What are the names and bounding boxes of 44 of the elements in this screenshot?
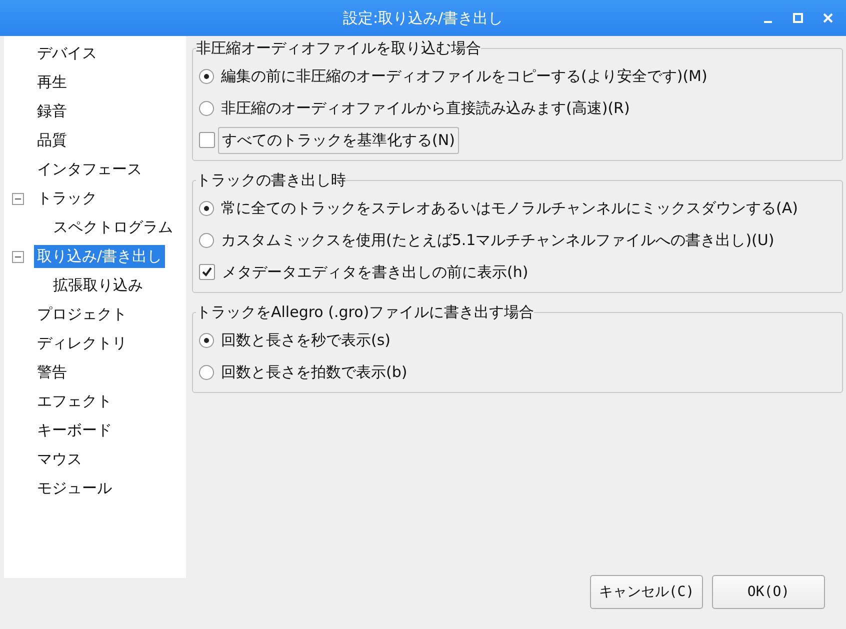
radio-button[interactable] — [199, 332, 214, 348]
checkbox[interactable] — [199, 132, 215, 148]
radio-button[interactable] — [199, 100, 214, 116]
radio-button[interactable] — [199, 232, 214, 248]
option-label[interactable]: 回数と長さを秒で表示(s) — [217, 326, 395, 354]
window-title: 設定:取り込み/書き出し — [342, 8, 504, 28]
ok-button[interactable]: OK(O) — [712, 575, 825, 609]
option-label[interactable]: 編集の前に非圧縮のオーディオファイルをコピーする(より安全です)(M) — [217, 62, 712, 90]
option-label[interactable]: 非圧縮のオーディオファイルから直接読み込みます(高速)(R) — [217, 94, 634, 122]
sidebar-item[interactable]: 録音 — [34, 100, 70, 123]
group-title: トラックをAllegro (.gro)ファイルに書き出す場合 — [196, 303, 534, 322]
option-label[interactable]: 常に全てのトラックをステレオあるいはモノラルチャンネルにミックスダウンする(A) — [217, 194, 802, 222]
option-label[interactable]: カスタムミックスを使用(たとえば5.1マルチチャンネルファイルへの書き出し)(U) — [217, 226, 778, 254]
sidebar-item[interactable]: 拡張取り込み — [50, 274, 146, 297]
sidebar-item[interactable]: 警告 — [34, 361, 70, 384]
option-label[interactable]: すべてのトラックを基準化する(N) — [218, 126, 459, 154]
sidebar-item[interactable]: デバイス — [34, 42, 100, 65]
minimize-icon — [764, 21, 772, 23]
sidebar-item[interactable]: 品質 — [34, 129, 70, 152]
checkbox[interactable] — [199, 264, 215, 280]
sidebar-item[interactable]: プロジェクト — [34, 303, 130, 326]
group-title: トラックの書き出し時 — [196, 171, 346, 190]
sidebar-item[interactable]: スペクトログラム — [50, 216, 176, 239]
group-title: 非圧縮オーディオファイルを取り込む場合 — [196, 39, 481, 58]
sidebar-item[interactable]: インタフェース — [34, 158, 145, 181]
radio-button[interactable] — [199, 200, 214, 216]
option-label[interactable]: 回数と長さを拍数で表示(b) — [217, 358, 412, 386]
sidebar-item[interactable]: モジュール — [34, 477, 115, 500]
collapse-icon[interactable] — [12, 250, 24, 262]
radio-button[interactable] — [199, 364, 214, 380]
sidebar-item[interactable]: キーボード — [34, 419, 115, 442]
option-label[interactable]: メタデータエディタを書き出しの前に表示(h) — [218, 258, 532, 286]
maximize-button[interactable] — [790, 10, 806, 26]
collapse-icon[interactable] — [12, 192, 24, 204]
sidebar-item[interactable]: エフェクト — [34, 390, 115, 413]
sidebar-item[interactable]: マウス — [34, 448, 85, 471]
sidebar-item[interactable]: 取り込み/書き出し — [34, 245, 166, 268]
cancel-button[interactable]: キャンセル(C) — [590, 575, 703, 609]
radio-button[interactable] — [199, 68, 214, 84]
sidebar-item[interactable]: トラック — [34, 187, 100, 210]
maximize-icon — [793, 13, 803, 23]
sidebar-item[interactable]: ディレクトリ — [34, 332, 130, 355]
sidebar-item[interactable]: 再生 — [34, 71, 70, 94]
close-icon — [823, 13, 833, 23]
